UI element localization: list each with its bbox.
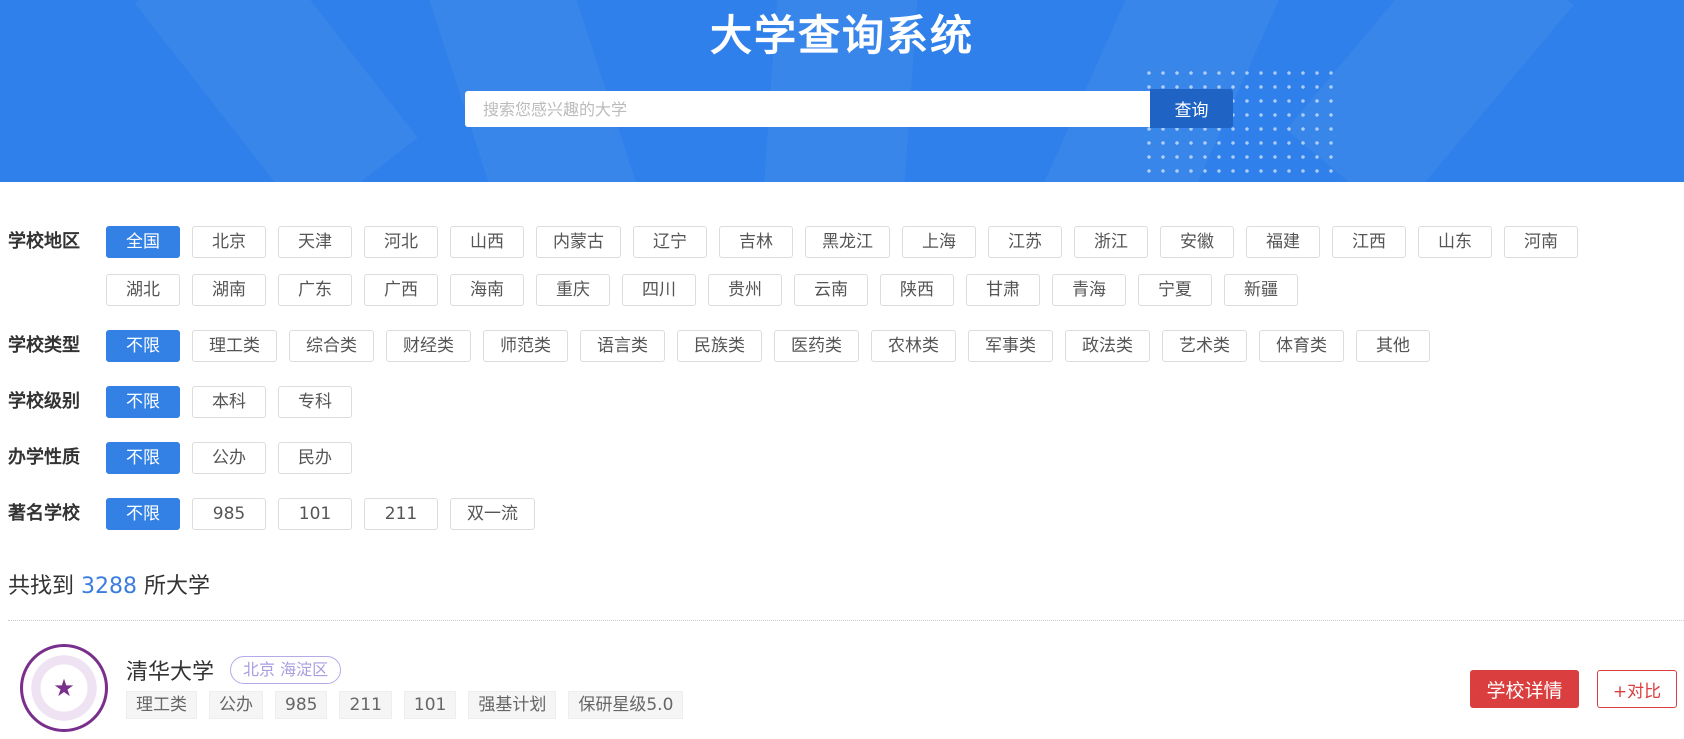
university-tag: 理工类 bbox=[126, 691, 197, 719]
filter-option[interactable]: 其他 bbox=[1356, 330, 1430, 362]
result-number: 3288 bbox=[81, 574, 138, 599]
filter-option[interactable]: 甘肃 bbox=[966, 274, 1040, 306]
filter-option[interactable]: 不限 bbox=[106, 498, 180, 530]
filter-option[interactable]: 财经类 bbox=[386, 330, 471, 362]
filter-option[interactable]: 浙江 bbox=[1074, 226, 1148, 258]
page-title: 大学查询系统 bbox=[709, 11, 974, 60]
filter-option[interactable]: 体育类 bbox=[1259, 330, 1344, 362]
filter-label: 学校类型 bbox=[8, 335, 80, 356]
filter-region: 学校地区 全国 北京 天津 河北 山西 内蒙古 辽宁 吉林 黑龙江 上海 江苏 浙江 安徽 福建 江西 山东河… bbox=[8, 226, 1626, 306]
filter-option[interactable]: 广东 bbox=[278, 274, 352, 306]
filter-option[interactable]: 全国 bbox=[106, 226, 180, 258]
filter-option[interactable]: 重庆 bbox=[536, 274, 610, 306]
filter-option[interactable]: 理工类 bbox=[192, 330, 277, 362]
filter-option[interactable]: 湖北 bbox=[106, 274, 180, 306]
result-prefix: 共找到 bbox=[8, 574, 75, 599]
filter-option[interactable]: 四川 bbox=[622, 274, 696, 306]
filter-option[interactable]: 农林类 bbox=[871, 330, 956, 362]
filter-option[interactable]: 山东 bbox=[1418, 226, 1492, 258]
filter-option[interactable]: 不限 bbox=[106, 442, 180, 474]
filter-option[interactable]: 语言类 bbox=[580, 330, 665, 362]
filter-option[interactable]: 师范类 bbox=[483, 330, 568, 362]
filter-options: 不限 公办 民办 bbox=[106, 442, 1626, 474]
university-tag: 985 bbox=[275, 691, 328, 719]
university-name[interactable]: 清华大学 bbox=[126, 654, 214, 686]
filter-option[interactable]: 民办 bbox=[278, 442, 352, 474]
filter-option[interactable]: 吉林 bbox=[719, 226, 793, 258]
filter-famous: 著名学校 不限 985 101 211 双一流 bbox=[8, 498, 1626, 530]
filter-label: 学校级别 bbox=[8, 391, 80, 412]
filter-options: 不限 理工类 综合类 财经类 师范类 语言类 民族类 医药类 农林类 军事类 政法类 艺术类 体育类 其他 bbox=[106, 330, 1626, 362]
university-tag: 101 bbox=[403, 691, 457, 719]
filter-option[interactable]: 陕西 bbox=[880, 274, 954, 306]
filter-option[interactable]: 医药类 bbox=[774, 330, 859, 362]
university-tag: 公办 bbox=[209, 691, 263, 719]
filter-option[interactable]: 本科 bbox=[192, 386, 266, 418]
school-detail-button[interactable]: 学校详情 bbox=[1470, 670, 1579, 708]
filter-options: 不限 985 101 211 双一流 bbox=[106, 498, 1626, 530]
filter-option[interactable]: 艺术类 bbox=[1162, 330, 1247, 362]
filter-option[interactable]: 101 bbox=[278, 498, 352, 530]
filter-option[interactable]: 福建 bbox=[1246, 226, 1320, 258]
filter-option[interactable]: 河南 bbox=[1504, 226, 1578, 258]
hero-banner: 大学查询系统 查询 bbox=[0, 0, 1684, 182]
university-tag: 强基计划 bbox=[468, 691, 557, 719]
filter-option[interactable]: 山西 bbox=[450, 226, 524, 258]
filter-option[interactable]: 军事类 bbox=[968, 330, 1053, 362]
divider bbox=[8, 620, 1684, 621]
filter-type: 学校类型 不限 理工类 综合类 财经类 师范类 语言类 民族类 医药类 农林类 军事类 政法类 艺术类… bbox=[8, 330, 1626, 362]
filter-option[interactable]: 公办 bbox=[192, 442, 266, 474]
filter-option[interactable]: 宁夏 bbox=[1138, 274, 1212, 306]
search-button[interactable]: 查询 bbox=[1150, 89, 1233, 128]
filter-options: 全国 北京 天津 河北 山西 内蒙古 辽宁 吉林 黑龙江 上海 江苏 浙江 安徽 福建 江西 山东 河南湖北 湖南… bbox=[106, 226, 1626, 306]
university-tags: 理工类 公办 985 211 101 强基计划 保研星级5.0 bbox=[126, 691, 684, 719]
filter-option[interactable]: 云南 bbox=[794, 274, 868, 306]
university-tag: 211 bbox=[339, 691, 392, 719]
filter-option[interactable]: 不限 bbox=[106, 330, 180, 362]
filter-option[interactable]: 江西 bbox=[1332, 226, 1406, 258]
filter-option[interactable]: 青海 bbox=[1052, 274, 1126, 306]
filter-option[interactable]: 湖南 bbox=[192, 274, 266, 306]
result-suffix: 所大学 bbox=[144, 574, 211, 599]
location-badge: 北京 海淀区 bbox=[230, 656, 342, 684]
filter-options: 不限 本科 专科 bbox=[106, 386, 1626, 418]
filter-option[interactable]: 上海 bbox=[902, 226, 976, 258]
filter-level: 学校级别 不限 本科 专科 bbox=[8, 386, 1626, 418]
filter-label: 著名学校 bbox=[8, 503, 80, 524]
filter-option[interactable]: 985 bbox=[192, 498, 266, 530]
filter-option[interactable]: 不限 bbox=[106, 386, 180, 418]
filter-option[interactable]: 双一流 bbox=[450, 498, 535, 530]
filter-nature: 办学性质 不限 公办 民办 bbox=[8, 442, 1626, 474]
filter-option[interactable]: 海南 bbox=[450, 274, 524, 306]
filter-option[interactable]: 北京 bbox=[192, 226, 266, 258]
filter-option[interactable]: 民族类 bbox=[677, 330, 762, 362]
filter-option[interactable]: 211 bbox=[364, 498, 438, 530]
filter-label: 学校地区 bbox=[8, 231, 80, 252]
compare-button[interactable]: +对比 bbox=[1597, 670, 1677, 708]
filter-option[interactable]: 专科 bbox=[278, 386, 352, 418]
filter-option[interactable]: 安徽 bbox=[1160, 226, 1234, 258]
filter-option[interactable]: 河北 bbox=[364, 226, 438, 258]
filter-option[interactable]: 辽宁 bbox=[633, 226, 707, 258]
filter-label: 办学性质 bbox=[8, 447, 80, 468]
filter-option[interactable]: 政法类 bbox=[1065, 330, 1150, 362]
filter-option[interactable]: 黑龙江 bbox=[805, 226, 890, 258]
star-icon: ★ bbox=[53, 674, 75, 702]
filter-option[interactable]: 贵州 bbox=[708, 274, 782, 306]
filter-option[interactable]: 广西 bbox=[364, 274, 438, 306]
filter-option[interactable]: 内蒙古 bbox=[536, 226, 621, 258]
search-input[interactable] bbox=[465, 91, 1150, 127]
university-logo[interactable]: ★ bbox=[20, 644, 108, 732]
filter-option[interactable]: 新疆 bbox=[1224, 274, 1298, 306]
filter-option[interactable]: 综合类 bbox=[289, 330, 374, 362]
filter-option[interactable]: 江苏 bbox=[988, 226, 1062, 258]
university-tag: 保研星级5.0 bbox=[568, 691, 684, 719]
filter-option[interactable]: 天津 bbox=[278, 226, 352, 258]
result-count: 共找到 3288 所大学 bbox=[8, 568, 210, 600]
